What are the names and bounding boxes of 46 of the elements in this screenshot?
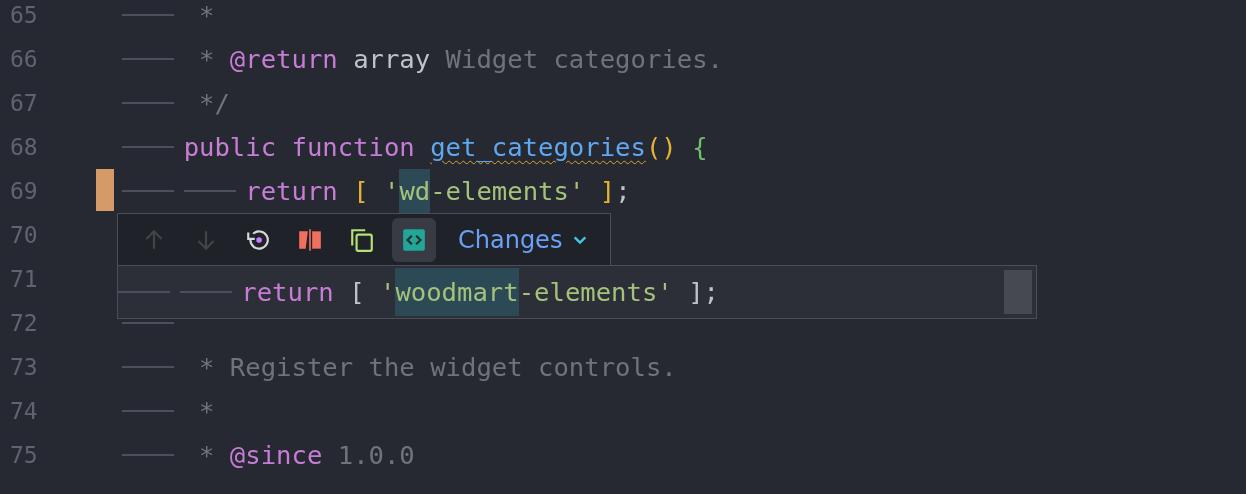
line-number: 68 [10,134,38,160]
code-string: ' [383,175,400,207]
code-comment: * Register the widget controls. [198,351,677,383]
doc-tag: @return [229,43,338,75]
copy-icon [349,226,375,253]
doc-tag: @since [229,439,323,471]
code-comment: Widget categories. [444,43,723,75]
code-icon [401,226,427,253]
code-comment: * [198,0,215,31]
code-comment: */ [198,87,230,119]
code-keyword: return [241,276,335,308]
code-keyword: return [245,175,339,207]
scrollbar-thumb[interactable] [1004,270,1032,314]
toolbar-button[interactable] [392,217,436,262]
code-text: array [352,43,431,75]
code-comment: * [198,43,216,75]
code-text: ]; [687,276,719,308]
change-marker[interactable] [96,169,114,211]
code-keyword: public function [183,131,416,163]
changed-text: wd [399,169,431,213]
code-bracket: () [645,131,677,163]
code-bracket: [ [353,175,370,207]
line-number: 72 [10,310,38,336]
line-number: 70 [10,222,38,248]
function-name: get_categories [430,131,646,163]
line-number: 65 [10,2,38,28]
code-comment: * [198,395,215,427]
line-number: 73 [10,354,38,380]
line-number: 75 [10,442,38,468]
code-string: -elements' [518,276,673,308]
code-comment: 1.0.0 [336,439,415,471]
code-comment: * [198,439,216,471]
code-brace: { [691,131,708,163]
line-number: 67 [10,90,38,116]
line-number: 71 [10,266,38,292]
code-text: [ [349,276,366,308]
code-text: ; [615,175,631,207]
line-number: 69 [10,178,38,204]
code-string: -elements' [430,175,586,207]
code-string: ' [379,276,396,308]
line-number: 74 [10,398,38,424]
line-number: 66 [10,46,38,72]
changed-text: woodmart [395,268,519,316]
split-compare-icon [297,226,323,253]
changes-dropdown[interactable]: Changes [452,225,595,254]
code-bracket: ] [599,175,616,207]
